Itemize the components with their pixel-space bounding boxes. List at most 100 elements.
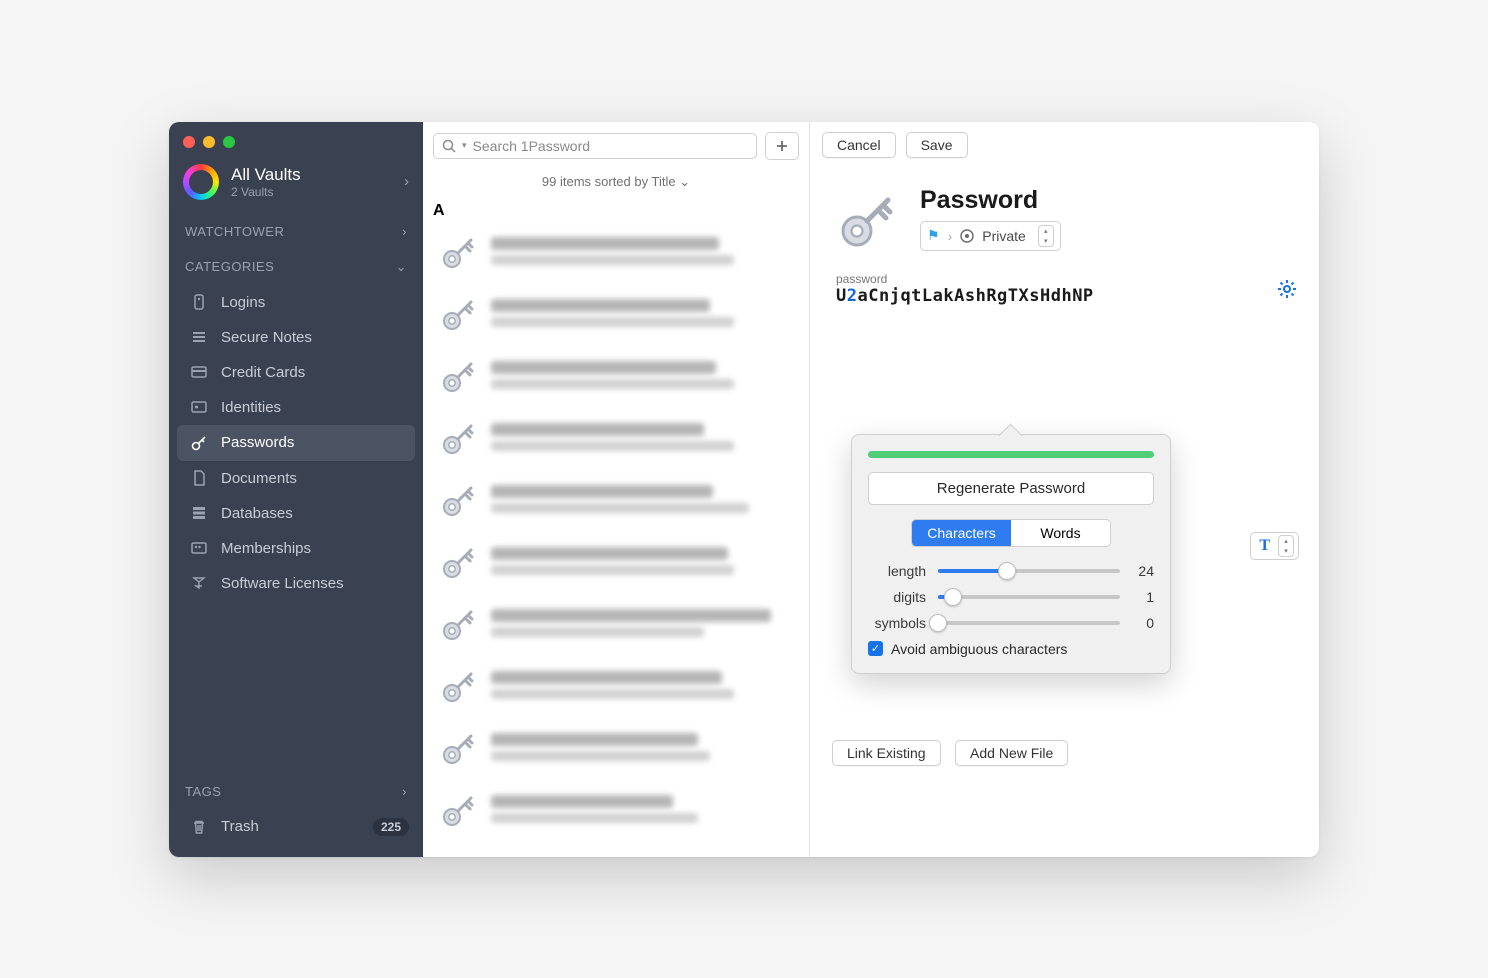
section-type-selector[interactable]: T ▴▾ (1250, 532, 1299, 560)
chevron-down-icon: ▾ (462, 140, 467, 151)
key-icon (437, 418, 479, 460)
plus-icon (775, 139, 789, 153)
password-value[interactable]: U2aCnjqtLakAshRgTXsHdhNP (836, 286, 1094, 306)
text-icon: T (1255, 537, 1274, 555)
list-item[interactable] (423, 718, 809, 780)
sidebar-item-logins[interactable]: Logins (169, 285, 423, 320)
sidebar-item-identities[interactable]: Identities (169, 390, 423, 425)
vaults-icon (183, 164, 219, 200)
key-icon (189, 294, 209, 310)
section-watchtower[interactable]: WATCHTOWER › (169, 214, 423, 249)
list-item[interactable]: admin.google.com (423, 842, 809, 857)
checkbox-icon: ✓ (868, 641, 883, 656)
vault-name: Private (982, 228, 1026, 244)
add-item-button[interactable] (765, 132, 799, 160)
key-icon (437, 294, 479, 336)
password-generator-popover: Regenerate Password Characters Words len… (851, 434, 1171, 674)
vault-icon (960, 229, 974, 243)
categories-label: CATEGORIES (185, 259, 274, 274)
tab-characters[interactable]: Characters (912, 520, 1011, 546)
add-new-file-button[interactable]: Add New File (955, 740, 1068, 766)
length-slider[interactable]: length 24 (868, 563, 1154, 579)
nav-label: Credit Cards (221, 364, 305, 381)
stepper[interactable]: ▴▾ (1278, 535, 1294, 557)
vault-selector[interactable]: All Vaults 2 Vaults › (169, 156, 423, 214)
sidebar-item-documents[interactable]: Documents (169, 461, 423, 496)
nav-label: Databases (221, 505, 293, 522)
sidebar-item-memberships[interactable]: Memberships (169, 531, 423, 566)
save-button[interactable]: Save (906, 132, 968, 158)
key-icon (437, 480, 479, 522)
key-icon (437, 356, 479, 398)
nav-label: Identities (221, 399, 281, 416)
vault-selector-chip[interactable]: ⚑ › Private ▴▾ (920, 221, 1061, 251)
digits-slider[interactable]: digits 1 (868, 589, 1154, 605)
chevron-right-icon: › (402, 224, 407, 239)
sort-header[interactable]: 99 items sorted by Title ⌄ (423, 168, 809, 198)
trash-count: 225 (373, 818, 409, 836)
key-icon (437, 852, 479, 857)
sidebar-item-trash[interactable]: Trash 225 (169, 809, 423, 845)
gear-icon[interactable] (1277, 279, 1297, 299)
strength-bar (868, 451, 1154, 458)
list-item[interactable] (423, 470, 809, 532)
sidebar-item-passwords[interactable]: Passwords (177, 425, 415, 461)
membership-icon (189, 540, 209, 556)
key-icon (437, 604, 479, 646)
maximize-window[interactable] (223, 136, 235, 148)
app-window: All Vaults 2 Vaults › WATCHTOWER › CATEG… (169, 122, 1319, 857)
list-item[interactable] (423, 656, 809, 718)
regenerate-password-button[interactable]: Regenerate Password (868, 472, 1154, 505)
sidebar-item-credit-cards[interactable]: Credit Cards (169, 355, 423, 390)
window-controls (169, 122, 423, 156)
section-categories[interactable]: CATEGORIES ⌄ (169, 249, 423, 285)
related-items-row: Link Existing Add New File (832, 740, 1068, 766)
list-item[interactable] (423, 346, 809, 408)
vaults-title: All Vaults (231, 165, 392, 185)
item-title[interactable]: Password (920, 186, 1061, 215)
chevron-right-icon: › (404, 173, 409, 190)
search-input[interactable]: ▾ Search 1Password (433, 133, 757, 159)
sidebar-item-databases[interactable]: Databases (169, 496, 423, 531)
stepper[interactable]: ▴▾ (1038, 225, 1054, 247)
card-icon (189, 364, 209, 380)
generator-mode-selector[interactable]: Characters Words (911, 519, 1111, 547)
nav-label: Documents (221, 470, 297, 487)
nav-label: Secure Notes (221, 329, 312, 346)
close-window[interactable] (183, 136, 195, 148)
search-icon (442, 139, 456, 153)
nav-label: Logins (221, 294, 265, 311)
tags-label: TAGS (185, 784, 221, 799)
license-icon (189, 575, 209, 591)
watchtower-label: WATCHTOWER (185, 224, 284, 239)
sidebar-item-secure-notes[interactable]: Secure Notes (169, 320, 423, 355)
tab-words[interactable]: Words (1011, 520, 1110, 546)
section-letter: A (423, 198, 809, 222)
section-tags[interactable]: TAGS › (169, 774, 423, 809)
id-icon (189, 399, 209, 415)
document-icon (189, 470, 209, 486)
nav-label: Passwords (221, 434, 294, 451)
key-icon (437, 542, 479, 584)
cancel-button[interactable]: Cancel (822, 132, 896, 158)
minimize-window[interactable] (203, 136, 215, 148)
item-type-icon (832, 186, 902, 256)
avoid-ambiguous-checkbox[interactable]: ✓ Avoid ambiguous characters (868, 641, 1154, 657)
nav-label: Memberships (221, 540, 311, 557)
list-item[interactable] (423, 532, 809, 594)
chevron-right-icon: › (402, 784, 407, 799)
password-list[interactable]: admin.google.com (423, 222, 809, 857)
list-item[interactable] (423, 284, 809, 346)
list-item[interactable] (423, 222, 809, 284)
sidebar-item-software-licenses[interactable]: Software Licenses (169, 566, 423, 601)
flag-icon: ⚑ (927, 227, 940, 244)
list-item[interactable] (423, 408, 809, 470)
list-item[interactable] (423, 594, 809, 656)
link-existing-button[interactable]: Link Existing (832, 740, 941, 766)
symbols-slider[interactable]: symbols 0 (868, 615, 1154, 631)
chevron-down-icon: ⌄ (679, 174, 690, 189)
trash-icon (189, 819, 209, 835)
list-item[interactable] (423, 780, 809, 842)
database-icon (189, 505, 209, 521)
sidebar: All Vaults 2 Vaults › WATCHTOWER › CATEG… (169, 122, 423, 857)
